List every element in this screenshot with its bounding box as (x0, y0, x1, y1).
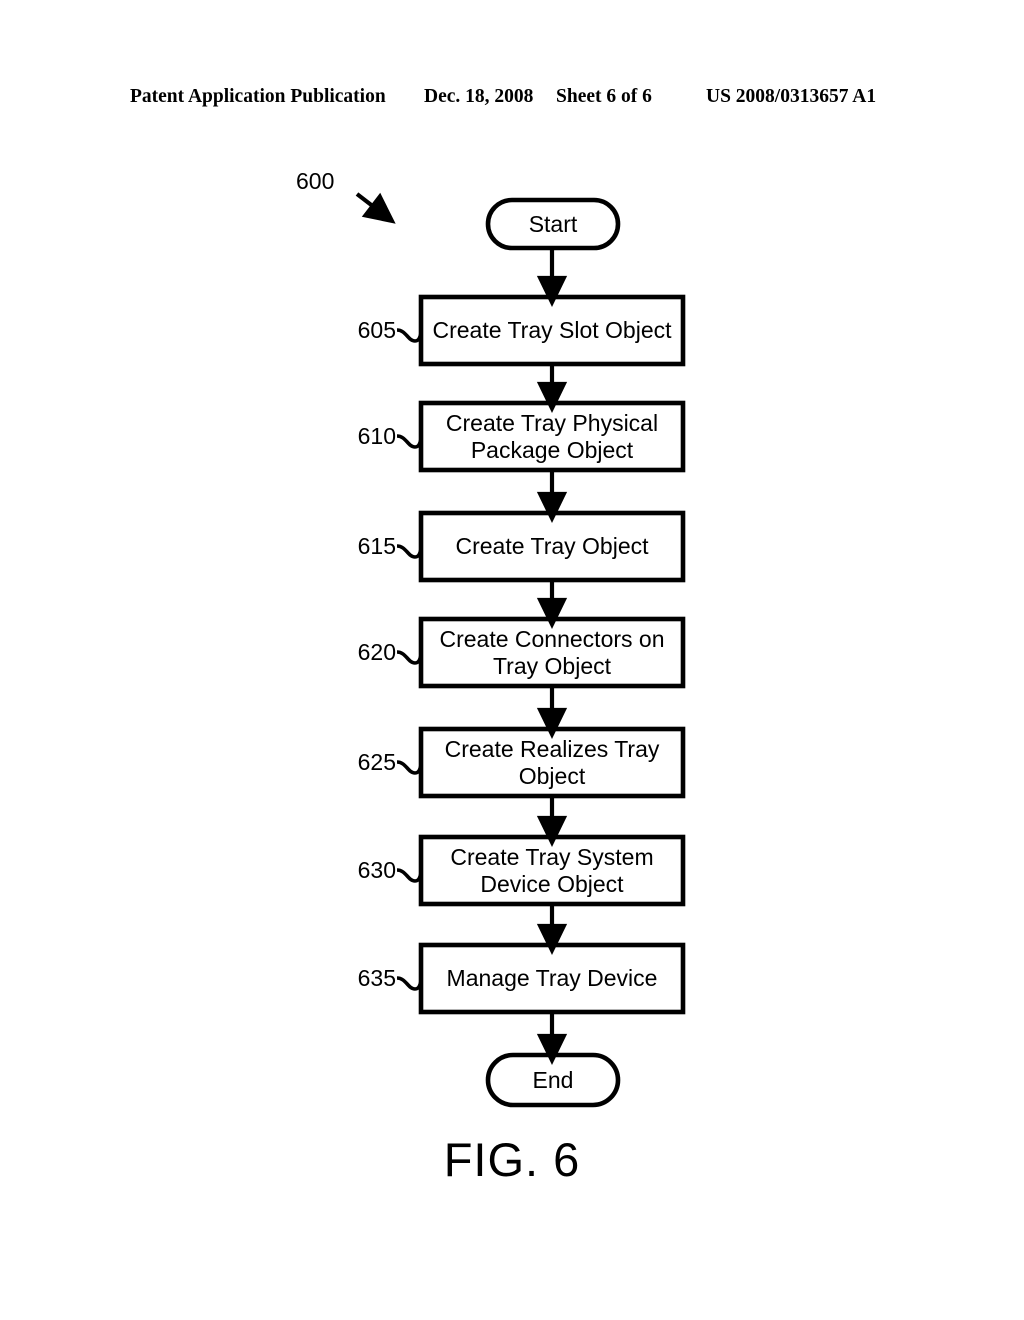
leader-600-arrow (355, 192, 396, 224)
node-start-label: Start (488, 200, 618, 248)
reference-numeral-605: 605 (357, 317, 396, 343)
figure-caption: FIG. 6 (443, 1133, 581, 1186)
leader-615 (396, 544, 423, 559)
node-605-line-1: Create Tray Slot Object (432, 317, 672, 343)
node-end-line-1: End (532, 1066, 574, 1093)
reference-numeral-620: 620 (357, 639, 396, 665)
node-620-line-2: Tray Object (492, 652, 611, 679)
node-610-line-1: Create Tray Physical (445, 409, 659, 436)
reference-numeral-635: 635 (357, 965, 396, 991)
leader-620 (396, 650, 423, 665)
reference-numeral-600: 600 (296, 168, 335, 194)
node-635-line-1: Manage Tray Device (446, 965, 658, 991)
node-605-label: Create Tray Slot Object (421, 297, 683, 364)
leader-635 (396, 976, 423, 991)
node-610-line-2: Package Object (470, 436, 634, 463)
node-630-line-1: Create Tray System (450, 843, 654, 870)
leader-605 (396, 328, 423, 343)
node-615-line-1: Create Tray Object (455, 533, 649, 559)
node-615-label: Create Tray Object (421, 513, 683, 580)
node-620-line-1: Create Connectors on (439, 625, 665, 652)
reference-numeral-610: 610 (357, 423, 396, 449)
node-630-label: Create Tray System Device Object (421, 837, 683, 904)
node-625-label: Create Realizes Tray Object (421, 729, 683, 796)
reference-numeral-625: 625 (357, 749, 396, 775)
leader-610 (396, 434, 423, 449)
node-610-label: Create Tray Physical Package Object (421, 403, 683, 470)
node-625-line-2: Object (518, 762, 586, 789)
node-end-label: End (488, 1055, 618, 1105)
node-630-line-2: Device Object (480, 870, 624, 897)
leader-630 (396, 868, 423, 883)
node-625-line-1: Create Realizes Tray (444, 735, 660, 762)
node-635-label: Manage Tray Device (421, 945, 683, 1012)
reference-numeral-630: 630 (357, 857, 396, 883)
figure-600-flowchart: Start Create Tray Slot Object Create Tra… (0, 0, 1024, 1320)
node-620-label: Create Connectors on Tray Object (421, 619, 683, 686)
leader-625 (396, 760, 423, 775)
reference-numeral-615: 615 (357, 533, 396, 559)
node-start-line-1: Start (528, 210, 578, 237)
